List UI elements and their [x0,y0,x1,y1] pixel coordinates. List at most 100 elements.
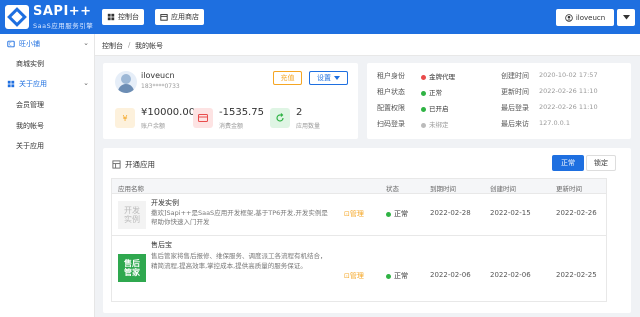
sidebar-group-about[interactable]: 关于应用 ⌄ [0,75,95,93]
config-permission-value: 已开启 [421,103,449,113]
last-visit-key: 最后来访 [501,120,529,128]
column-header-name: 应用名称 [118,185,144,193]
expire-date: 2022-02-28 [430,209,471,217]
user-dropdown-toggle[interactable] [617,9,635,26]
breadcrumb-dashboard[interactable]: 控制台 [102,41,123,51]
balance-label: 账户余额 [141,123,166,130]
svg-text:C: C [9,42,12,47]
settings-button[interactable]: 设置 [309,71,348,85]
sidebar: C 旺小铺 ⌄ 商城实例 关于应用 ⌄ 会员管理 我的帐号 关于应用 [0,34,95,317]
status-dot-icon [386,211,391,217]
app-logo-image: 售后管家 [118,254,146,282]
tenant-status-value: 正常 [421,87,442,97]
sidebar-item-my-account[interactable]: 我的帐号 [16,121,44,131]
dashboard-icon [107,13,115,21]
chevron-down-icon: ⌄ [83,79,89,87]
sidebar-group-about-label: 关于应用 [19,80,47,88]
expire-date: 2022-02-06 [430,271,471,279]
app-count-value: 2 [296,107,303,118]
table-row: 开发实例 开发实例 撒欢]Sapi++是SaaS应用开发框架,基于TP6开发,开… [111,194,607,236]
status-dot-icon [421,74,426,80]
status-dot-icon [386,273,391,279]
recharge-button[interactable]: 充值 [273,71,302,85]
updated-date: 2022-02-25 [556,271,597,279]
apps-table-header: 应用名称 状态 到期时间 创建时间 更新时间 [111,178,607,194]
status-dot-icon [421,106,426,112]
app-description: 撒欢]Sapi++是SaaS应用开发框架,基于TP6开发,开发实例是帮助你快速入… [151,209,328,226]
sidebar-item-about-app[interactable]: 关于应用 [16,141,44,151]
config-permission-key: 配置权限 [377,104,405,112]
app-logo-image: 开发实例 [118,201,146,229]
created-time-key: 创建时间 [501,72,529,80]
created-date: 2022-02-06 [490,271,531,279]
updated-time-value: 2022-02-26 11:10 [539,87,598,95]
balance-value: ¥10000.00 [141,107,196,118]
tenant-role-key: 租户身份 [377,72,405,80]
apps-panel: 开通应用 正常 锁定 应用名称 状态 到期时间 创建时间 更新时间 开发实例 开… [103,148,631,313]
status-badge: 正常 [386,271,408,281]
manage-link[interactable]: ⊡管理 [344,271,364,281]
breadcrumb-separator: / [128,41,131,49]
last-login-key: 最后登录 [501,104,529,112]
yen-icon: ¥ [115,108,135,128]
manage-link[interactable]: ⊡管理 [344,209,364,219]
status-dot-icon [421,90,426,96]
app-name[interactable]: 售后宝 [151,240,172,250]
grid-icon [112,160,121,169]
caret-down-icon [334,76,340,80]
profile-card: iloveucn 183****0733 充值 设置 ¥ ¥10000.00 账… [103,63,358,139]
nav-store-label: 应用商店 [171,13,199,21]
logo-title: SAPI++ [33,4,92,19]
top-header: SAPI++ SaaS应用服务引擎 控制台 应用商店 iloveucn [0,0,640,34]
account-info-card: 租户身份 金牌代理 租户状态 正常 配置权限 已开启 扫码登录 未绑定 创建时间… [367,63,631,139]
column-header-status: 状态 [386,185,399,193]
caret-down-icon [622,15,630,20]
user-menu-button[interactable]: iloveucn [556,9,614,26]
logo-icon [5,5,29,29]
refresh-icon [270,108,290,128]
logo-subtitle: SaaS应用服务引擎 [33,22,94,30]
app-description: 售后管家将售后报修、维保服务、调度派工各流程有机结合，精简流程,提高效率,掌控成… [151,252,327,270]
last-login-value: 2022-02-26 11:10 [539,103,598,111]
sidebar-group-shop[interactable]: C 旺小铺 ⌄ [0,35,95,53]
chevron-down-icon: ⌄ [83,39,89,47]
nav-dashboard-label: 控制台 [118,13,139,21]
settings-label: 设置 [317,74,331,82]
nav-store-button[interactable]: 应用商店 [155,9,204,25]
status-dot-icon [421,122,426,128]
breadcrumb: 控制台 / 我的帐号 [95,34,640,56]
spend-value: -1535.75 [219,107,264,118]
sidebar-item-members[interactable]: 会员管理 [16,100,44,110]
apps-panel-title: 开通应用 [125,160,155,169]
qr-login-key: 扫码登录 [377,120,405,128]
updated-time-key: 更新时间 [501,88,529,96]
sidebar-item-shop-instance[interactable]: 商城实例 [16,59,44,69]
column-header-expire: 到期时间 [430,185,456,193]
sidebar-group-shop-label: 旺小铺 [19,40,40,48]
user-icon [565,13,573,22]
shop-group-icon: C [7,40,15,48]
qr-login-value: 未绑定 [421,119,449,129]
spend-label: 消费金额 [219,123,244,130]
profile-phone: 183****0733 [141,83,180,90]
created-time-value: 2020-10-02 17:57 [539,71,598,79]
created-date: 2022-02-15 [490,209,531,217]
app-name[interactable]: 开发实例 [151,198,179,208]
store-icon [160,14,168,21]
updated-date: 2022-02-26 [556,209,597,217]
user-name: iloveucn [575,13,606,22]
about-group-icon [7,80,15,88]
app-count-label: 应用数量 [296,123,321,130]
column-header-created: 创建时间 [490,185,516,193]
tenant-status-key: 租户状态 [377,88,405,96]
profile-name: iloveucn [141,71,175,80]
card-icon [193,108,213,128]
breadcrumb-current: 我的帐号 [135,42,163,50]
avatar [115,71,137,93]
tab-locked[interactable]: 锁定 [586,155,616,171]
nav-dashboard-button[interactable]: 控制台 [102,9,144,25]
last-visit-value: 127.0.0.1 [539,119,571,127]
tab-normal[interactable]: 正常 [552,155,584,171]
status-badge: 正常 [386,209,408,219]
column-header-updated: 更新时间 [556,185,582,193]
